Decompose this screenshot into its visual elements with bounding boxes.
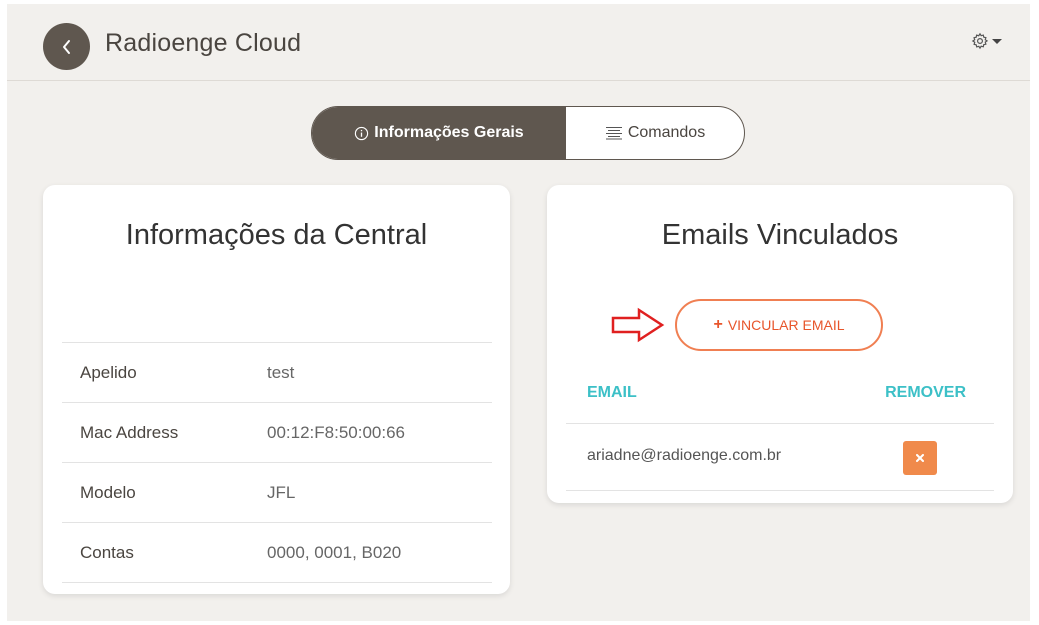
- tab-comandos[interactable]: Comandos: [566, 107, 744, 159]
- row-label: Apelido: [80, 362, 137, 382]
- row-label: Contas: [80, 542, 134, 562]
- chevron-left-icon: [62, 39, 70, 54]
- info-card: Informações da Central Apelido test Mac …: [43, 185, 510, 594]
- table-row: Contas 0000, 0001, B020: [62, 522, 492, 583]
- card-title: Emails Vinculados: [661, 219, 899, 251]
- settings-dropdown[interactable]: [971, 32, 1002, 50]
- list-icon: [605, 127, 622, 140]
- tab-label: Comandos: [627, 124, 706, 141]
- row-value: JFL: [267, 482, 296, 502]
- app-title: Radioenge Cloud: [105, 29, 302, 57]
- divider: [566, 423, 994, 424]
- gear-icon: [971, 32, 989, 50]
- plus-icon: +: [713, 316, 723, 333]
- column-header-remove: REMOVER: [885, 384, 966, 401]
- row-label: Mac Address: [80, 422, 179, 442]
- emails-card: Emails Vinculados + VINCULAR EMAIL EMAIL…: [547, 185, 1013, 503]
- table-row: Mac Address 00:12:F8:50:00:66: [62, 402, 492, 463]
- app-container: Radioenge Cloud Informações Gerais Coman…: [7, 4, 1030, 621]
- tab-bar: Informações Gerais Comandos: [311, 106, 745, 160]
- column-header-email: EMAIL: [587, 384, 637, 401]
- arrow-right-icon: [611, 307, 665, 343]
- link-email-label: VINCULAR EMAIL: [727, 317, 845, 333]
- link-email-button[interactable]: + VINCULAR EMAIL: [675, 299, 883, 351]
- info-icon: [355, 126, 369, 140]
- info-table: Apelido test Mac Address 00:12:F8:50:00:…: [62, 342, 492, 583]
- top-bar: Radioenge Cloud: [7, 4, 1030, 81]
- chevron-down-icon: [992, 39, 1002, 44]
- table-row: Apelido test: [62, 342, 492, 403]
- tab-label: Informações Gerais: [374, 124, 524, 141]
- row-value: test: [267, 362, 295, 382]
- row-value: 0000, 0001, B020: [267, 542, 402, 562]
- divider: [566, 490, 994, 491]
- email-value: ariadne@radioenge.com.br: [587, 447, 782, 464]
- row-value: 00:12:F8:50:00:66: [267, 422, 406, 442]
- row-label: Modelo: [80, 482, 136, 502]
- table-row: Modelo JFL: [62, 462, 492, 523]
- remove-email-button[interactable]: [903, 441, 937, 475]
- back-button[interactable]: [43, 23, 90, 70]
- close-icon: [916, 454, 924, 462]
- tab-informacoes-gerais[interactable]: Informações Gerais: [312, 107, 566, 159]
- card-title: Informações da Central: [125, 219, 428, 251]
